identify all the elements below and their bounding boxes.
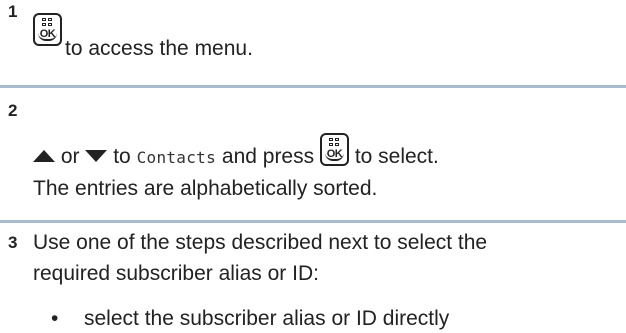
press-text: and press — [221, 145, 315, 168]
menu-item-contacts: Contacts — [136, 148, 217, 167]
step-2-instruction: or to Contacts and press OK to select. — [33, 133, 439, 171]
bullet: • — [51, 307, 59, 330]
step-number: 3 — [8, 233, 18, 252]
ok-button-icon: OK — [319, 133, 349, 166]
menu-ok-button-icon: OK — [33, 13, 62, 46]
step-divider — [0, 220, 626, 223]
down-arrow-icon — [85, 150, 108, 162]
step-number: 1 — [8, 2, 18, 21]
up-arrow-icon — [33, 150, 55, 162]
step-1-text: to access the menu. — [65, 37, 253, 60]
step-number: 2 — [8, 101, 18, 120]
step-3-line-1: Use one of the steps described next to s… — [33, 231, 488, 254]
select-text: to select. — [354, 145, 439, 168]
bullet-text: select the subscriber alias or ID direct… — [84, 307, 450, 330]
step-divider — [0, 85, 626, 88]
or-text: or — [60, 145, 80, 168]
step-2-note: The entries are alphabetically sorted. — [33, 177, 378, 200]
to-text: to — [113, 145, 131, 168]
step-3-line-2: required subscriber alias or ID: — [33, 262, 319, 285]
